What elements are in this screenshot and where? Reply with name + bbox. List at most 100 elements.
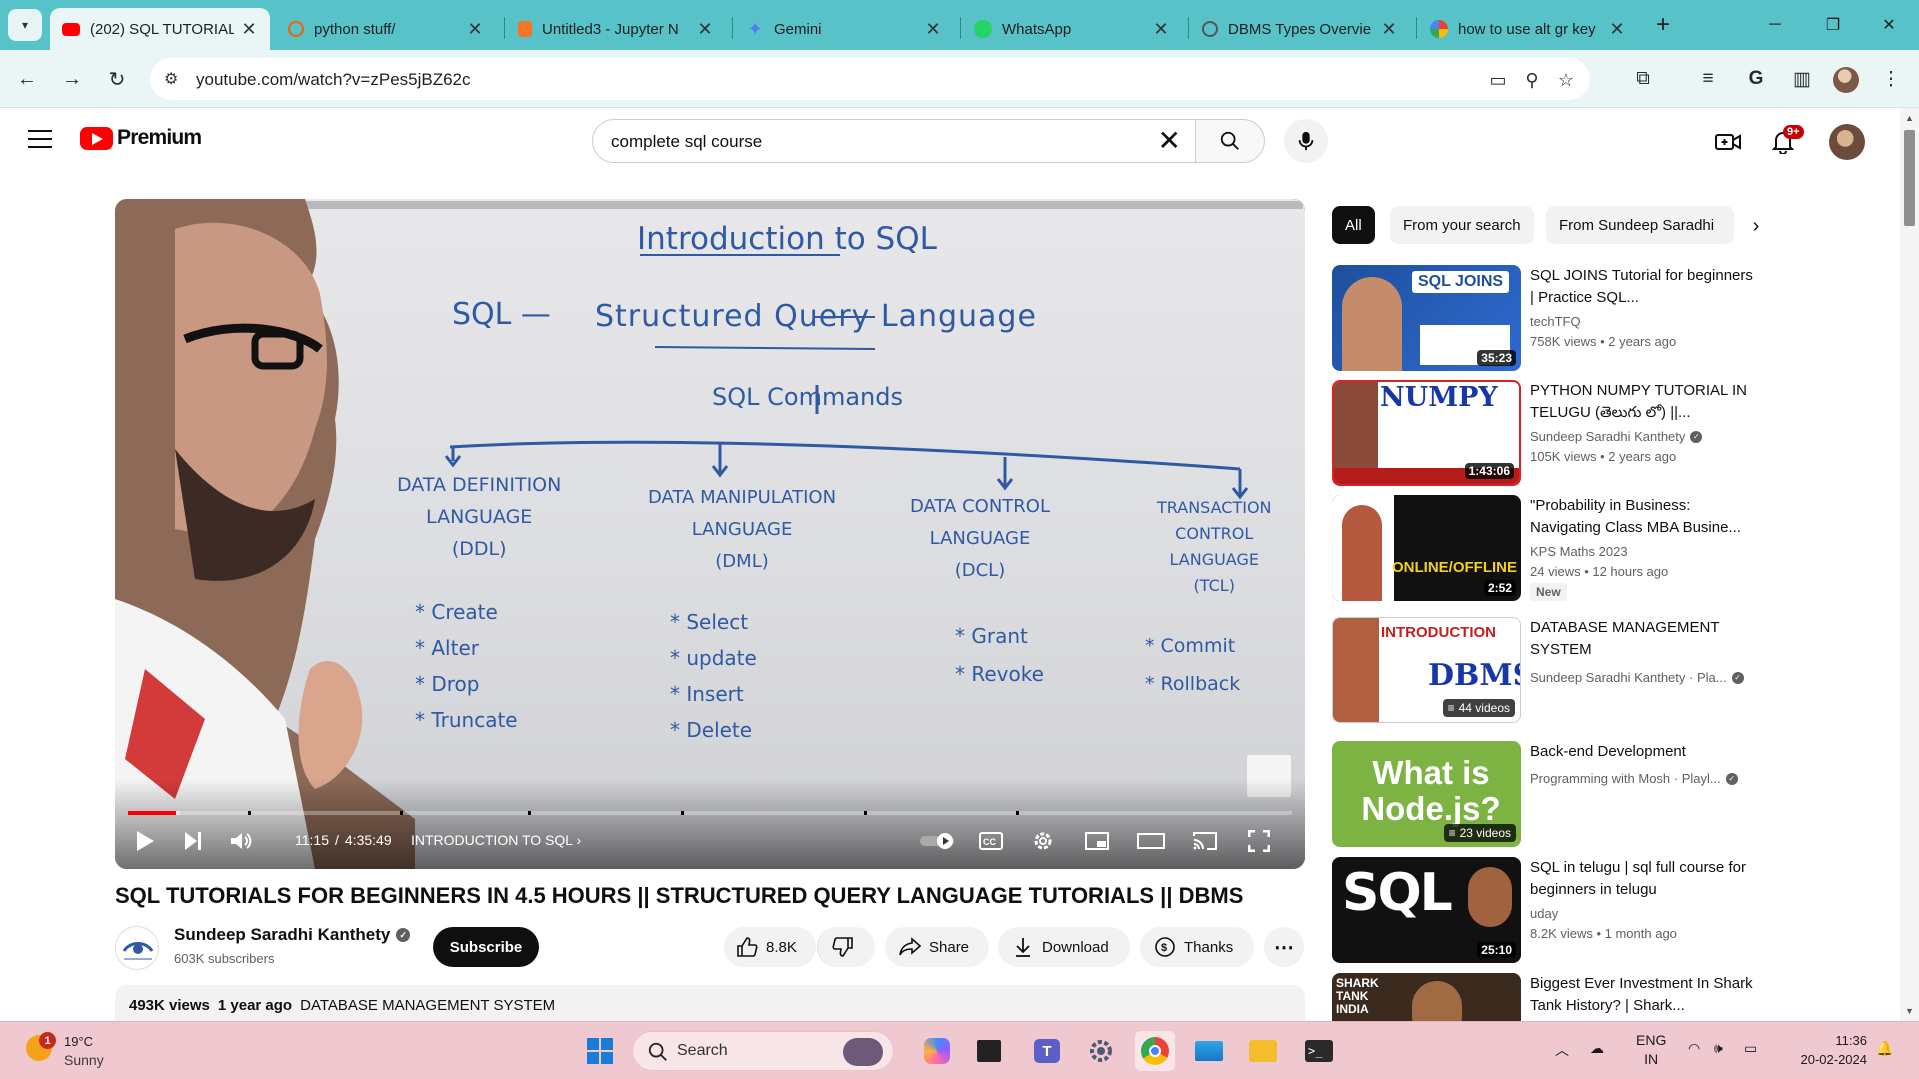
page-scrollbar[interactable]: ▲ ▼	[1900, 108, 1919, 1021]
taskbar-clock[interactable]: 11:36 20-02-2024	[1777, 1031, 1868, 1069]
extensions-icon[interactable]: ⧉	[1627, 63, 1659, 95]
battery-icon[interactable]: ▭	[1744, 1040, 1757, 1057]
volume-icon[interactable]: 🕪	[1714, 1040, 1723, 1057]
recommended-playlist[interactable]: INTRODUCTION DBMS ≡44 videos DATABASE MA…	[1332, 617, 1867, 725]
chapter-title-button[interactable]: INTRODUCTION TO SQL ›	[411, 832, 581, 848]
browser-tab-replit[interactable]: python stuff/ ✕	[276, 8, 496, 50]
weather-widget[interactable]: 1 19°C Sunny	[26, 1030, 136, 1072]
close-icon[interactable]: ✕	[1152, 19, 1170, 40]
video-title[interactable]: SQL in telugu | sql full course for begi…	[1530, 857, 1760, 901]
progress-bar[interactable]	[128, 811, 1292, 815]
task-view-button[interactable]	[969, 1031, 1009, 1071]
thanks-button[interactable]: $ Thanks	[1140, 927, 1254, 967]
recommended-video[interactable]: SHARK TANK INDIA Biggest Ever Investment…	[1332, 973, 1867, 1021]
search-button[interactable]	[1195, 119, 1265, 163]
install-app-icon[interactable]: ▭	[1486, 68, 1510, 92]
recommended-video[interactable]: ONLINE/OFFLINE 2:52 "Probability in Busi…	[1332, 495, 1867, 603]
settings-button[interactable]	[1025, 823, 1061, 859]
browser-tab-google[interactable]: how to use alt gr key ✕	[1418, 8, 1638, 50]
site-info-icon[interactable]: ⚙	[164, 69, 178, 89]
onedrive-icon[interactable]: ☁	[1590, 1040, 1604, 1057]
remote-desktop-button[interactable]	[1189, 1031, 1229, 1071]
fullscreen-button[interactable]	[1241, 823, 1277, 859]
close-icon[interactable]: ✕	[924, 19, 942, 40]
search-input[interactable]: complete sql course ✕	[592, 119, 1196, 163]
cast-button[interactable]	[1187, 823, 1223, 859]
show-hidden-icons[interactable]: ︿	[1555, 1040, 1569, 1060]
video-thumbnail[interactable]: SQL 25:10	[1332, 857, 1521, 963]
video-thumbnail[interactable]: SHARK TANK INDIA	[1332, 973, 1521, 1021]
chips-next-button[interactable]: ›	[1742, 212, 1770, 240]
playlist-title[interactable]: Back-end Development	[1530, 741, 1760, 763]
browser-tab-gemini[interactable]: ✦ Gemini ✕	[734, 8, 954, 50]
notification-bell-icon[interactable]: 🔔	[1876, 1040, 1893, 1057]
video-title[interactable]: "Probability in Business: Navigating Cla…	[1530, 495, 1760, 539]
reload-button[interactable]: ↻	[101, 63, 133, 95]
back-button[interactable]: ←	[11, 63, 43, 95]
channel-name[interactable]: KPS Maths 2023	[1530, 544, 1628, 559]
account-avatar[interactable]	[1829, 124, 1865, 160]
minimize-button[interactable]: ─	[1752, 8, 1798, 42]
download-button[interactable]: Download	[998, 927, 1130, 967]
more-actions-button[interactable]: ⋯	[1264, 927, 1304, 967]
forward-button[interactable]: →	[56, 63, 88, 95]
playlist-tag[interactable]: DATABASE MANAGEMENT SYSTEM	[300, 997, 555, 1014]
miniplayer-button[interactable]	[1079, 823, 1115, 859]
taskbar-search[interactable]: Search	[632, 1031, 894, 1071]
browser-tab-jupyter[interactable]: Untitled3 - Jupyter N ✕	[506, 8, 726, 50]
media-controls-icon[interactable]: ≡	[1692, 63, 1724, 95]
create-video-button[interactable]	[1713, 127, 1743, 157]
recommended-video[interactable]: SQL 25:10 SQL in telugu | sql full cours…	[1332, 857, 1867, 965]
copilot-button[interactable]	[917, 1031, 957, 1071]
browser-tab-youtube[interactable]: (202) SQL TUTORIALS ✕	[50, 8, 270, 50]
close-icon[interactable]: ✕	[696, 19, 714, 40]
share-button[interactable]: Share	[885, 927, 989, 967]
video-player[interactable]: Introduction to SQL SQL — Structured Que…	[115, 199, 1305, 869]
clear-search-icon[interactable]: ✕	[1158, 126, 1181, 156]
close-icon[interactable]: ✕	[466, 19, 484, 40]
language-indicator[interactable]: ENG IN	[1636, 1031, 1666, 1069]
terminal-button[interactable]: >_	[1299, 1031, 1339, 1071]
browser-profile-avatar[interactable]	[1833, 67, 1859, 93]
close-icon[interactable]: ✕	[1380, 19, 1398, 40]
more-menu-icon[interactable]: ⋮	[1875, 63, 1907, 95]
video-thumbnail[interactable]: ONLINE/OFFLINE 2:52	[1332, 495, 1521, 601]
chip-all[interactable]: All	[1332, 206, 1375, 244]
channel-name[interactable]: Programming with Mosh · Playl... ✓	[1530, 771, 1738, 786]
menu-icon[interactable]	[28, 130, 52, 154]
close-icon[interactable]: ✕	[1608, 19, 1626, 40]
next-button[interactable]	[175, 823, 211, 859]
dislike-button[interactable]	[817, 927, 875, 967]
side-panel-icon[interactable]: ▥	[1786, 63, 1818, 95]
video-thumbnail[interactable]: SQL JOINS 35:23	[1332, 265, 1521, 371]
scroll-thumb[interactable]	[1904, 130, 1915, 226]
video-thumbnail[interactable]: NUMPY 1:43:06	[1332, 380, 1521, 486]
subscribe-button[interactable]: Subscribe	[433, 927, 539, 967]
restore-button[interactable]: ❐	[1810, 8, 1856, 42]
scroll-up-icon[interactable]: ▲	[1905, 113, 1914, 123]
voice-search-button[interactable]	[1284, 119, 1328, 163]
channel-name[interactable]: uday	[1530, 906, 1558, 921]
new-tab-button[interactable]: +	[1648, 10, 1678, 40]
start-button[interactable]	[580, 1031, 620, 1071]
like-button[interactable]: 8.8K	[724, 927, 816, 967]
tab-search-button[interactable]: ▾	[8, 9, 42, 41]
channel-name[interactable]: Sundeep Saradhi Kanthety · Pla... ✓	[1530, 670, 1744, 685]
close-icon[interactable]: ✕	[240, 19, 258, 40]
channel-avatar[interactable]	[115, 926, 159, 970]
video-title[interactable]: PYTHON NUMPY TUTORIAL IN TELUGU (తెలుగు …	[1530, 380, 1760, 424]
subtitles-button[interactable]: CC	[973, 823, 1009, 859]
recommended-video[interactable]: SQL JOINS 35:23 SQL JOINS Tutorial for b…	[1332, 265, 1867, 373]
browser-tab-whatsapp[interactable]: WhatsApp ✕	[962, 8, 1182, 50]
playlist-thumbnail[interactable]: What is Node.js? ≡ 23 videos	[1332, 741, 1521, 847]
channel-name-link[interactable]: Sundeep Saradhi Kanthety ✓	[174, 925, 411, 945]
grammarly-icon[interactable]: G	[1740, 63, 1772, 95]
volume-button[interactable]	[223, 823, 259, 859]
bookmark-star-icon[interactable]: ☆	[1554, 68, 1578, 92]
chip-from-your-search[interactable]: From your search	[1390, 206, 1534, 244]
teams-button[interactable]: T	[1027, 1031, 1067, 1071]
browser-tab-chatgpt[interactable]: DBMS Types Overvie ✕	[1190, 8, 1410, 50]
playlist-thumbnail[interactable]: INTRODUCTION DBMS ≡44 videos	[1332, 617, 1521, 723]
chip-from-channel[interactable]: From Sundeep Saradhi	[1546, 206, 1734, 244]
address-bar[interactable]: ⚙ youtube.com/watch?v=zPes5jBZ62c ▭ ⚲ ☆	[150, 58, 1590, 100]
